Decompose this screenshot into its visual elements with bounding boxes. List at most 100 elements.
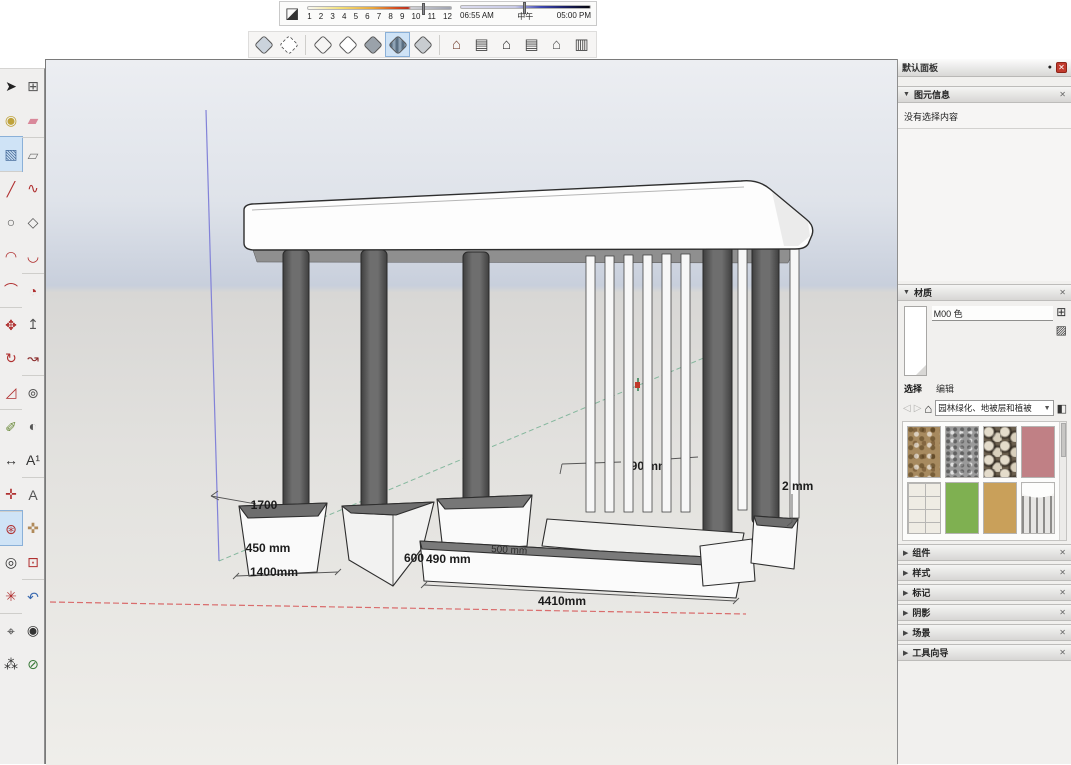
- in-model-home-icon[interactable]: ⌂: [924, 401, 932, 416]
- expand-arrow-icon[interactable]: ▶: [903, 649, 908, 657]
- entity-info-close-icon[interactable]: ✕: [1059, 90, 1066, 99]
- collapse-arrow-icon[interactable]: ▼: [903, 91, 910, 98]
- tray-section-close-icon[interactable]: ✕: [1059, 608, 1066, 617]
- entity-info-header[interactable]: ▼ 图元信息 ✕: [898, 86, 1071, 103]
- material-fence[interactable]: [1021, 482, 1055, 534]
- scale-tool[interactable]: ◿: [0, 375, 22, 409]
- pin-icon[interactable]: ●: [1048, 64, 1052, 71]
- section-plane-tool[interactable]: ⊘: [22, 647, 44, 681]
- material-name-input[interactable]: [932, 306, 1053, 321]
- line-tool[interactable]: ╱: [0, 171, 22, 205]
- details-icon[interactable]: ◧: [1057, 402, 1067, 415]
- paint-bucket-tool[interactable]: ◉: [0, 103, 22, 137]
- tray-section-close-icon[interactable]: ✕: [1059, 548, 1066, 557]
- expand-arrow-icon[interactable]: ▶: [903, 569, 908, 577]
- hidden-line-button[interactable]: [336, 33, 359, 56]
- materials-close-icon[interactable]: ✕: [1059, 288, 1066, 297]
- dimension-tool[interactable]: ↔: [0, 443, 22, 477]
- shaded-with-textures-button[interactable]: [386, 33, 409, 56]
- tray-close-button[interactable]: ✕: [1056, 62, 1067, 73]
- tape-measure-tool[interactable]: ✐: [0, 409, 22, 443]
- shaded-button[interactable]: [361, 33, 384, 56]
- rotated-rectangle-tool[interactable]: ▱: [22, 137, 44, 171]
- material-ochre[interactable]: [983, 482, 1017, 534]
- position-camera-tool[interactable]: ⌖: [0, 613, 22, 647]
- zoom-window-tool[interactable]: ⊡: [22, 545, 44, 579]
- shadow-toggle-icon[interactable]: ◪: [285, 6, 299, 21]
- circle-tool[interactable]: ○: [0, 205, 22, 239]
- materials-tab[interactable]: 编辑: [936, 382, 954, 395]
- tray-section-close-icon[interactable]: ✕: [1059, 588, 1066, 597]
- shadow-time-slider[interactable]: 06:55 AM 中午 05:00 PM: [460, 3, 591, 25]
- time-slider-handle[interactable]: [523, 2, 526, 14]
- tray-section-header[interactable]: ▶ 组件 ✕: [898, 544, 1071, 561]
- monochrome-button[interactable]: [411, 33, 434, 56]
- pan-tool[interactable]: ✜: [22, 511, 44, 545]
- materials-header[interactable]: ▼ 材质 ✕: [898, 284, 1071, 301]
- tray-section-header[interactable]: ▶ 场景 ✕: [898, 624, 1071, 641]
- tray-section-close-icon[interactable]: ✕: [1059, 568, 1066, 577]
- time-slider-bar[interactable]: [460, 5, 591, 9]
- date-slider-handle[interactable]: [422, 3, 425, 15]
- pie-tool[interactable]: ◔: [22, 273, 44, 307]
- xray-icon-button[interactable]: [252, 33, 275, 56]
- tray-section-close-icon[interactable]: ✕: [1059, 628, 1066, 637]
- tray-title-bar[interactable]: 默认面板 ● ✕: [898, 59, 1071, 77]
- date-slider-bar[interactable]: [307, 6, 452, 10]
- push-pull-tool[interactable]: ↥: [22, 307, 44, 341]
- tray-section-close-icon[interactable]: ✕: [1059, 648, 1066, 657]
- freehand-tool[interactable]: ∿: [22, 171, 44, 205]
- make-component-tool[interactable]: ⊞: [22, 69, 44, 103]
- front-view-icon[interactable]: ⌂: [495, 33, 518, 56]
- material-paver-white[interactable]: [907, 482, 941, 534]
- paint-pane-button[interactable]: ▨: [1056, 324, 1067, 336]
- material-gravel-gray[interactable]: [945, 426, 979, 478]
- back-edges-button[interactable]: [277, 33, 300, 56]
- model-canvas[interactable]: 390 mm: [46, 60, 898, 765]
- tray-section-header[interactable]: ▶ 工具向导 ✕: [898, 644, 1071, 661]
- iso-view-icon[interactable]: ⌂: [445, 33, 468, 56]
- text-tool[interactable]: A¹: [22, 443, 44, 477]
- back-view-icon[interactable]: ⌂: [545, 33, 568, 56]
- material-cobblestone[interactable]: [983, 426, 1017, 478]
- orbit-tool[interactable]: ⊛: [0, 511, 22, 545]
- three-point-arc-tool[interactable]: ⌒: [0, 273, 22, 307]
- eraser-tool[interactable]: ▰: [22, 103, 44, 137]
- expand-arrow-icon[interactable]: ▶: [903, 549, 908, 557]
- top-view-icon[interactable]: ▤: [470, 33, 493, 56]
- shadow-date-slider[interactable]: 123456789101112: [307, 3, 452, 25]
- look-around-tool[interactable]: ◉: [22, 613, 44, 647]
- material-grass-green[interactable]: [945, 482, 979, 534]
- previous-view-tool[interactable]: ↶: [22, 579, 44, 613]
- rectangle-tool[interactable]: ▧: [0, 137, 22, 171]
- tray-section-header[interactable]: ▶ 样式 ✕: [898, 564, 1071, 581]
- follow-me-tool[interactable]: ↝: [22, 341, 44, 375]
- expand-arrow-icon[interactable]: ▶: [903, 589, 908, 597]
- material-rose[interactable]: [1021, 426, 1055, 478]
- forward-collection-icon[interactable]: ▷: [914, 403, 922, 414]
- back-collection-icon[interactable]: ◁: [903, 403, 911, 414]
- 3d-text-tool[interactable]: A: [22, 477, 44, 511]
- wireframe-button[interactable]: [311, 33, 334, 56]
- expand-arrow-icon[interactable]: ▶: [903, 609, 908, 617]
- swatch-scrollbar[interactable]: [1059, 422, 1066, 540]
- polygon-tool[interactable]: ◇: [22, 205, 44, 239]
- two-point-arc-tool[interactable]: ◡: [22, 239, 44, 273]
- arc-tool[interactable]: ◠: [0, 239, 22, 273]
- zoom-tool[interactable]: ◎: [0, 545, 22, 579]
- collapse-arrow-icon[interactable]: ▼: [903, 289, 910, 296]
- tray-section-header[interactable]: ▶ 阴影 ✕: [898, 604, 1071, 621]
- protractor-tool[interactable]: ◐: [22, 409, 44, 443]
- zoom-extents-tool[interactable]: ✳: [0, 579, 22, 613]
- rotate-tool[interactable]: ↻: [0, 341, 22, 375]
- materials-tab[interactable]: 选择: [904, 382, 922, 395]
- axes-tool[interactable]: ✛: [0, 477, 22, 511]
- right-view-icon[interactable]: ▤: [520, 33, 543, 56]
- model-viewport[interactable]: 390 mm: [45, 59, 897, 764]
- select-tool[interactable]: ➤: [0, 69, 22, 103]
- material-gravel-brown[interactable]: [907, 426, 941, 478]
- create-material-button[interactable]: ⊞: [1056, 306, 1066, 318]
- offset-tool[interactable]: ⊚: [22, 375, 44, 409]
- scrollbar-thumb[interactable]: [1061, 423, 1066, 457]
- move-tool[interactable]: ✥: [0, 307, 22, 341]
